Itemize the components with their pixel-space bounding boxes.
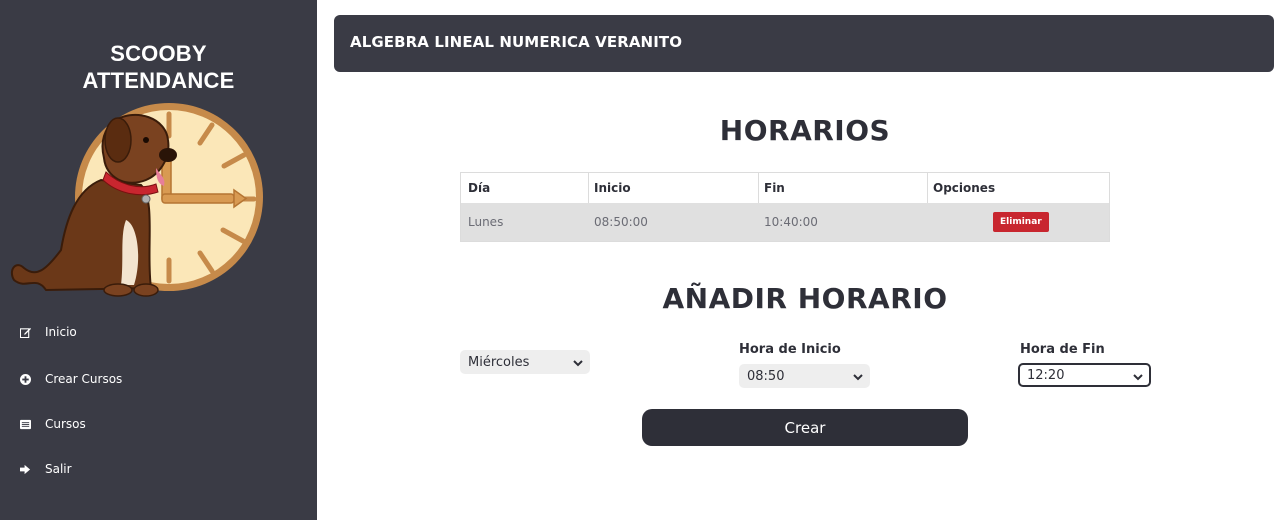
end-time-label: Hora de Fin [1020, 342, 1105, 357]
column-header-dia: Día [461, 173, 589, 203]
create-button[interactable]: Crear [642, 409, 968, 446]
sidebar-item-cursos[interactable]: Cursos [18, 410, 86, 438]
cell-dia: Lunes [468, 215, 504, 229]
column-header-fin: Fin [759, 173, 928, 203]
brand-title: SCOOBY ATTENDANCE [0, 40, 317, 94]
chevron-down-icon [573, 360, 583, 367]
sidebar-item-label: Inicio [45, 325, 77, 339]
chevron-down-icon [853, 374, 863, 381]
add-schedule-heading: AÑADIR HORARIO [662, 282, 948, 315]
column-header-opciones: Opciones [933, 181, 996, 195]
sidebar-item-crear-cursos[interactable]: Crear Cursos [18, 365, 122, 393]
start-time-select[interactable]: 08:50 [739, 364, 870, 388]
edit-icon [18, 325, 32, 339]
list-icon [18, 417, 32, 431]
sidebar-item-label: Crear Cursos [45, 372, 123, 386]
sidebar-item-label: Cursos [45, 417, 86, 431]
start-time-value: 08:50 [747, 368, 785, 384]
dog-clock-logo [10, 103, 263, 297]
schedule-heading: HORARIOS [719, 114, 891, 147]
app-root: SCOOBY ATTENDANCE Inicio Crear Cursos Cu… [0, 0, 1280, 520]
cell-fin: 10:40:00 [764, 215, 818, 229]
course-title: ALGEBRA LINEAL NUMERICA VERANITO [350, 33, 683, 51]
column-header-inicio: Inicio [589, 173, 759, 203]
course-header: ALGEBRA LINEAL NUMERICA VERANITO [334, 15, 1274, 72]
sidebar-item-label: Salir [45, 462, 72, 476]
sidebar-item-salir[interactable]: Salir [18, 455, 72, 483]
delete-button[interactable]: Eliminar [993, 212, 1049, 232]
brand-line-1: SCOOBY [110, 41, 207, 66]
start-time-label: Hora de Inicio [739, 342, 841, 357]
day-select-value: Miércoles [468, 354, 530, 370]
table-header: Día Inicio Fin Opciones [461, 173, 1109, 203]
sign-out-icon [18, 462, 32, 476]
end-time-select[interactable]: 12:20 [1018, 363, 1151, 387]
cell-inicio: 08:50:00 [594, 215, 648, 229]
table-row: Lunes 08:50:00 10:40:00 Eliminar [461, 203, 1109, 241]
brand-line-2: ATTENDANCE [82, 68, 235, 93]
plus-circle-icon [18, 372, 32, 386]
schedule-table: Día Inicio Fin Opciones Lunes 08:50:00 1… [460, 172, 1110, 242]
sidebar: SCOOBY ATTENDANCE Inicio Crear Cursos Cu… [0, 0, 317, 520]
sidebar-item-inicio[interactable]: Inicio [18, 318, 77, 346]
chevron-down-icon [1133, 374, 1143, 381]
end-time-value: 12:20 [1027, 367, 1065, 383]
cell-opciones: Eliminar [928, 203, 1109, 241]
day-select[interactable]: Miércoles [460, 350, 590, 374]
